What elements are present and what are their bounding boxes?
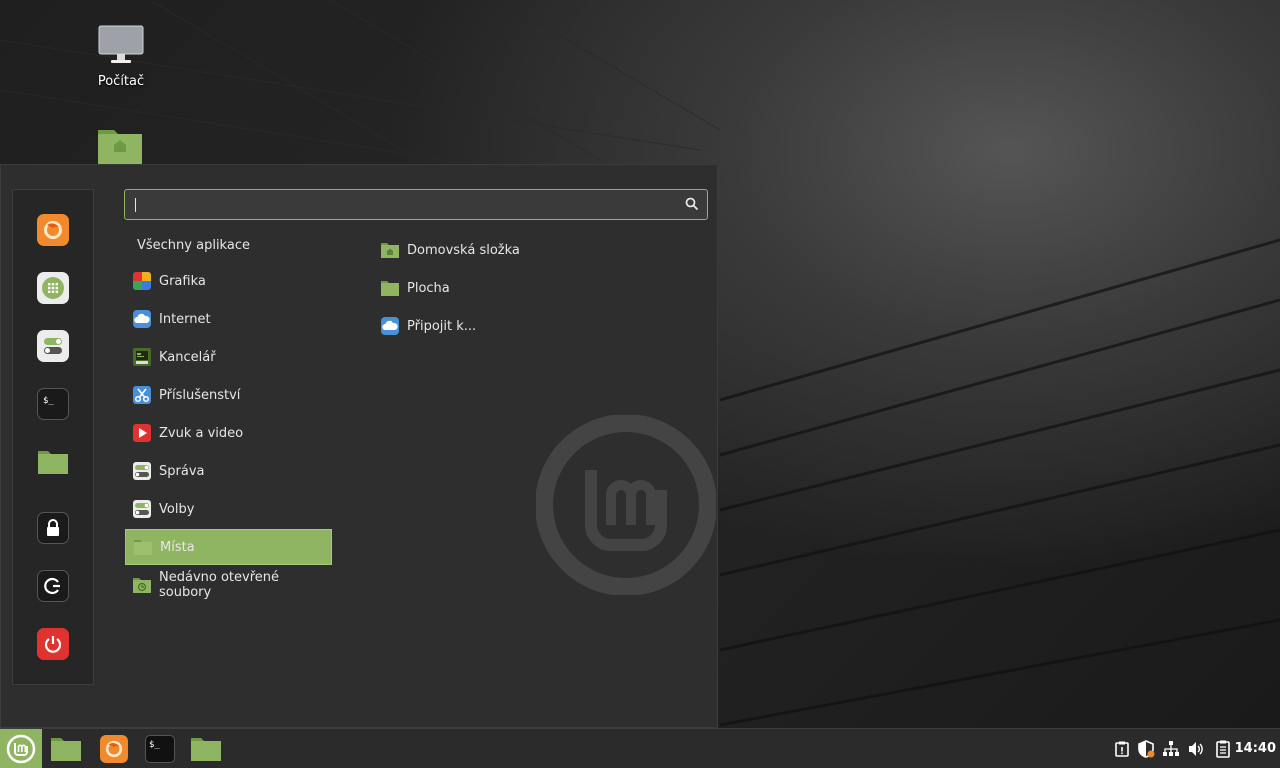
favorite-logout[interactable]: [37, 570, 69, 602]
category-office[interactable]: Kancelář: [125, 339, 332, 375]
category-places[interactable]: Místa: [125, 529, 332, 565]
svg-text:$_: $_: [43, 396, 54, 406]
network-icon: [1163, 741, 1179, 756]
category-label: Kancelář: [159, 349, 216, 365]
category-label: Správa: [159, 463, 205, 479]
category-internet[interactable]: Internet: [125, 301, 332, 337]
place-label: Připojit k...: [407, 318, 477, 334]
toggles-icon: [132, 461, 152, 481]
terminal-icon: $_: [43, 396, 54, 406]
favorite-terminal[interactable]: $_: [37, 388, 69, 420]
desktop-icon-label: Počítač: [97, 74, 145, 89]
category-label: Internet: [159, 311, 211, 327]
favorite-settings[interactable]: [37, 330, 69, 362]
volume-icon: [1189, 742, 1203, 756]
place-label: Domovská složka: [407, 242, 520, 258]
search-input[interactable]: [124, 189, 708, 220]
place-desktop[interactable]: Plocha: [380, 276, 450, 300]
cloud-icon: [380, 316, 400, 336]
category-accessories[interactable]: Příslušenství: [125, 377, 332, 413]
recent-folder-icon: [132, 575, 152, 595]
toggles-icon: [44, 338, 62, 354]
tray-notifications[interactable]: [1112, 739, 1132, 759]
desktop-icon-home[interactable]: [75, 124, 165, 168]
favorite-software-manager[interactable]: [37, 272, 69, 304]
play-icon: [132, 423, 152, 443]
favorite-shutdown[interactable]: [37, 628, 69, 660]
favorite-files[interactable]: [37, 446, 69, 478]
office-icon: [132, 347, 152, 367]
category-label: Grafika: [159, 273, 206, 289]
place-label: Plocha: [407, 280, 450, 296]
panel-launcher-files[interactable]: [50, 733, 82, 765]
category-label: Příslušenství: [159, 387, 241, 403]
folder-icon: [380, 278, 400, 298]
toggles-icon: [132, 499, 152, 519]
search-icon[interactable]: [685, 197, 699, 211]
scissors-icon: [132, 385, 152, 405]
category-label: Volby: [159, 501, 195, 517]
place-connect-to-server[interactable]: Připojit k...: [380, 314, 476, 338]
tray-update-manager[interactable]: [1136, 739, 1156, 759]
category-graphics[interactable]: Grafika: [125, 263, 332, 299]
cloud-icon: [132, 309, 152, 329]
favorite-lock[interactable]: [37, 512, 69, 544]
place-home-folder[interactable]: Domovská složka: [380, 238, 520, 262]
mint-logo-icon: [6, 734, 36, 764]
panel-launcher-files-2[interactable]: [190, 733, 222, 765]
home-folder-icon: [380, 240, 400, 260]
graphics-icon: [132, 271, 152, 291]
tray-volume[interactable]: [1186, 739, 1206, 759]
notification-icon: [1115, 741, 1129, 757]
bottom-panel: $_ 14:40: [0, 728, 1280, 768]
lock-icon: [47, 519, 59, 536]
favorites-sidebar: $_: [12, 189, 94, 685]
menu-button[interactable]: [0, 729, 42, 768]
tray-clipboard[interactable]: [1213, 739, 1233, 759]
firefox-icon: [44, 221, 62, 239]
application-menu: $_ Všechny aplikace Grafika Internet Kan…: [0, 164, 718, 728]
category-label: Zvuk a video: [159, 425, 244, 441]
clipboard-icon: [1216, 740, 1230, 758]
folder-icon: [51, 738, 81, 761]
desktop-icon-computer[interactable]: Počítač: [76, 24, 166, 89]
logout-icon: [44, 577, 60, 595]
folder-icon: [38, 451, 68, 474]
mint-logo-watermark: [536, 415, 716, 595]
svg-text:$_: $_: [149, 740, 160, 750]
all-applications-button[interactable]: Všechny aplikace: [137, 238, 250, 253]
favorite-firefox[interactable]: [37, 214, 69, 246]
firefox-icon: [105, 740, 123, 758]
home-folder-icon: [98, 130, 142, 164]
panel-launcher-terminal[interactable]: $_: [144, 733, 176, 765]
shield-icon: [1138, 740, 1155, 758]
app-grid-icon: [42, 277, 64, 299]
tray-network[interactable]: [1161, 739, 1181, 759]
clock[interactable]: 14:40: [1235, 741, 1276, 756]
folder-icon: [191, 738, 221, 761]
terminal-icon: $_: [149, 740, 160, 750]
category-label: Místa: [160, 539, 195, 555]
category-label: Nedávno otevřené soubory: [159, 570, 279, 600]
folder-icon: [133, 537, 153, 557]
panel-launcher-firefox[interactable]: [98, 733, 130, 765]
category-recent-files[interactable]: Nedávno otevřené soubory: [125, 567, 332, 603]
category-sound-video[interactable]: Zvuk a video: [125, 415, 332, 451]
category-administration[interactable]: Správa: [125, 453, 332, 489]
category-preferences[interactable]: Volby: [125, 491, 332, 527]
computer-icon: [98, 25, 144, 63]
text-cursor: [135, 198, 136, 212]
power-icon: [44, 636, 62, 653]
